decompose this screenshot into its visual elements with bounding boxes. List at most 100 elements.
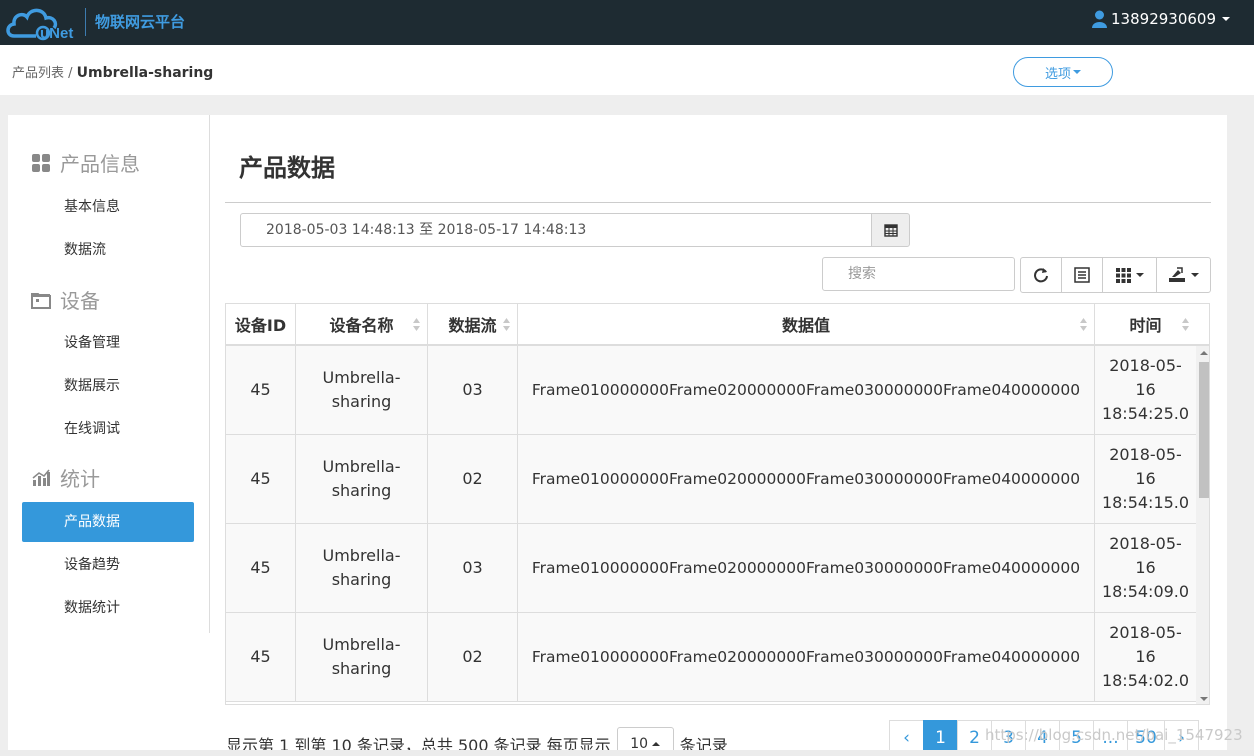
table-row[interactable]: 45 Umbrella-sharing 03 Frame010000000Fra… [226,346,1196,435]
calendar-button[interactable] [871,213,910,247]
sort-icon [503,318,510,331]
cell-data-value: Frame010000000Frame020000000Frame0300000… [518,613,1095,701]
brand-title: 物联网云平台 [95,13,186,31]
column-header-device-name[interactable]: 设备名称 [296,304,428,344]
breadcrumb-parent[interactable]: 产品列表 / [12,66,73,81]
cell-datastream: 03 [428,346,518,434]
sidebar-item-label: 在线调试 [64,421,120,437]
calendar-icon [883,224,898,237]
sidebar-item-datastream[interactable]: 数据流 [22,230,194,270]
column-header-label: 数据值 [781,316,830,335]
cell-device-name: Umbrella-sharing [296,435,428,523]
column-header-label: 时间 [1129,316,1162,335]
export-button[interactable] [1156,257,1211,293]
sidebar-item-device-management[interactable]: 设备管理 [22,323,194,363]
sidebar-item-label: 设备管理 [64,335,120,351]
cell-datastream: 02 [428,613,518,701]
cell-data-value: Frame010000000Frame020000000Frame0300000… [518,346,1095,434]
grid-icon [32,153,50,172]
page-title: 产品数据 [239,154,335,182]
sort-icon [1182,318,1189,331]
sidebar-section-statistics: 统计 [31,463,100,492]
breadcrumb: 产品列表 / Umbrella-sharing [12,62,213,81]
table-row[interactable]: 45 Umbrella-sharing 02 Frame010000000Fra… [226,435,1196,524]
table-scrollbar[interactable] [1196,346,1209,704]
cell-device-id: 45 [226,524,296,612]
refresh-button[interactable] [1020,257,1062,293]
cell-time: 2018-05-16 18:54:02.0 [1101,623,1190,690]
user-phone: 13892930609 [1111,10,1216,28]
scroll-up-icon[interactable] [1200,351,1208,355]
chevron-down-icon [1191,273,1199,277]
cell-device-name: Umbrella-sharing [296,346,428,434]
cell-datastream: 03 [428,524,518,612]
breadcrumb-bar: 产品列表 / Umbrella-sharing 选项 [0,45,1254,95]
export-icon [1169,267,1185,282]
cell-time: 2018-05-16 18:54:15.0 [1101,445,1190,512]
column-header-device-id[interactable]: 设备ID [226,304,296,344]
section-title: 统计 [60,467,100,491]
cell-device-name: Umbrella-sharing [296,613,428,701]
user-menu[interactable]: 13892930609 [1092,10,1230,28]
options-button[interactable]: 选项 [1013,57,1113,87]
section-title: 设备 [60,289,100,313]
table-row[interactable]: 45 Umbrella-sharing 02 Frame010000000Fra… [226,613,1196,702]
data-table: 设备ID 设备名称 数据流 数据值 时间 45 Umbrella-sharing… [225,303,1210,705]
refresh-icon [1034,268,1048,283]
content-panel: 产品信息 基本信息 数据流 设备 设备管理 数据展示 在线调试 统计 产品数据 … [8,115,1227,756]
sidebar-section-devices: 设备 [31,285,100,314]
sidebar-item-data-display[interactable]: 数据展示 [22,366,194,406]
sidebar-item-data-stats[interactable]: 数据统计 [22,588,194,628]
unet-logo[interactable]: uNet [6,3,80,43]
sidebar-section-product-info: 产品信息 [31,148,140,177]
cell-time: 2018-05-16 18:54:25.0 [1101,356,1190,423]
column-header-time[interactable]: 时间 [1095,304,1196,344]
chevron-down-icon [1135,273,1144,277]
sidebar-item-online-debug[interactable]: 在线调试 [22,409,194,449]
options-label: 选项 [1044,66,1071,82]
sidebar-item-label: 数据流 [64,242,106,258]
sort-icon [1080,318,1087,331]
cell-data-value: Frame010000000Frame020000000Frame0300000… [518,524,1095,612]
title-divider [225,202,1211,203]
columns-button[interactable] [1102,257,1157,293]
brand-divider [85,8,86,36]
cell-device-name: Umbrella-sharing [296,524,428,612]
bottom-edge [0,750,1254,756]
svg-text:uNet: uNet [40,25,73,42]
scrollbar-thumb[interactable] [1199,362,1209,498]
date-range-input[interactable]: 2018-05-03 14:48:13 至 2018-05-17 14:48:1… [240,213,872,247]
column-header-label: 设备名称 [329,316,394,335]
watermark: https://blog.csdn.net/bai_1547923 [985,726,1243,744]
list-icon [1074,267,1090,283]
chevron-down-icon [1073,70,1081,74]
table-header: 设备ID 设备名称 数据流 数据值 时间 [226,304,1209,346]
scroll-down-icon[interactable] [1200,697,1208,701]
cell-device-id: 45 [226,435,296,523]
chevron-down-icon [1222,17,1230,21]
sidebar-item-label: 数据统计 [64,600,120,616]
top-navbar: uNet 物联网云平台 13892930609 [0,0,1254,45]
table-body: 45 Umbrella-sharing 03 Frame010000000Fra… [226,346,1196,702]
cell-datastream: 02 [428,435,518,523]
columns-grid-icon [1115,267,1131,283]
chevron-up-icon [652,742,661,746]
column-header-label: 设备ID [234,316,287,335]
sidebar-item-label: 产品数据 [64,514,120,530]
sidebar-item-device-trend[interactable]: 设备趋势 [22,545,194,585]
cell-time: 2018-05-16 18:54:09.0 [1101,534,1190,601]
sidebar-item-basic-info[interactable]: 基本信息 [22,187,194,227]
section-title: 产品信息 [60,152,140,176]
sort-icon [413,318,420,331]
cell-data-value: Frame010000000Frame020000000Frame0300000… [518,435,1095,523]
search-input[interactable]: 搜索 [822,257,1015,291]
sidebar-item-label: 数据展示 [64,378,120,394]
toggle-view-button[interactable] [1061,257,1103,293]
column-header-data-value[interactable]: 数据值 [518,304,1095,344]
bar-chart-icon [32,469,50,486]
table-row[interactable]: 45 Umbrella-sharing 03 Frame010000000Fra… [226,524,1196,613]
sidebar-item-product-data[interactable]: 产品数据 [22,502,194,542]
table-toolbar [1020,257,1211,293]
column-header-datastream[interactable]: 数据流 [428,304,518,344]
folder-icon [31,292,51,309]
